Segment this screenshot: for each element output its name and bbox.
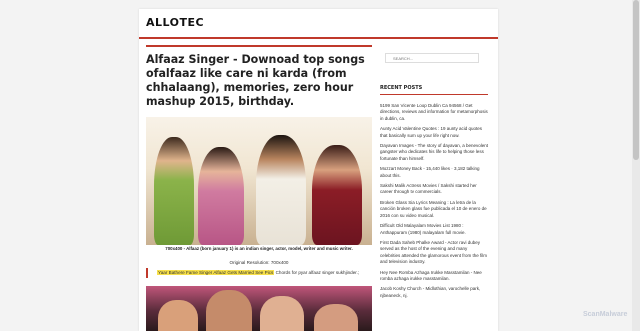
- recent-post-link[interactable]: Hey Nee Romba Azhaga Irukke Masstamilan …: [380, 270, 488, 283]
- recent-post-link[interactable]: Aunty Acid Valentine Quotes : 19 aunty a…: [380, 126, 488, 139]
- watermark-logo: ScanMalware: [583, 311, 628, 318]
- image-person: [206, 290, 252, 331]
- chords-link[interactable]: Yaar Bathere Fame Singer Alfaaz Gets Mar…: [157, 270, 275, 275]
- scrollbar-thumb[interactable]: [633, 0, 639, 160]
- image-person: [154, 137, 194, 245]
- recent-post-link[interactable]: Broken Glass Sia Lyrics Meaning : La let…: [380, 200, 488, 219]
- image-person: [312, 145, 362, 245]
- recent-posts-list: 5199 San Vicente Loop Dublin Ca 94568 / …: [380, 103, 488, 303]
- recent-post-link[interactable]: Dayavan Images - The story of dayavan, a…: [380, 143, 488, 162]
- recent-post-link[interactable]: Jacob Koshy Church - Midlothian, varoche…: [380, 286, 488, 299]
- recent-post-link[interactable]: First Dada Saheb Phalke Award - Actor ra…: [380, 240, 488, 266]
- post-featured-image[interactable]: [146, 117, 372, 245]
- page-scrollbar[interactable]: [632, 0, 640, 331]
- recent-post-link[interactable]: Sakshi Malik Actress Movies / Sakshi sta…: [380, 183, 488, 196]
- title-divider: [146, 45, 372, 47]
- image-resolution: Original Resolution: 700x400: [229, 260, 289, 265]
- recent-post-link[interactable]: 5199 San Vicente Loop Dublin Ca 94568 / …: [380, 103, 488, 122]
- chords-text: Chords for pyar alfaaz singer sukhjinder…: [274, 270, 360, 275]
- search-input[interactable]: [385, 53, 479, 63]
- recent-post-link[interactable]: Difficult Old Malayalam Movies List 1980…: [380, 223, 488, 236]
- image-person: [256, 135, 306, 245]
- chords-line: Yaar Bathere Fame Singer Alfaaz Gets Mar…: [146, 268, 372, 278]
- recent-posts-title: RECENT POSTS: [380, 85, 488, 95]
- page-container: ALLOTEC Alfaaz Singer - Downoad top song…: [139, 9, 498, 331]
- image-person: [260, 296, 304, 331]
- site-title[interactable]: ALLOTEC: [146, 16, 204, 29]
- site-header: ALLOTEC: [139, 9, 498, 39]
- image-person: [198, 147, 244, 245]
- image-caption: 700x400 - Alfaaz (born january 1) is an …: [165, 246, 353, 251]
- image-person: [158, 300, 198, 331]
- post-second-image[interactable]: [146, 286, 372, 331]
- recent-post-link[interactable]: Mozzart Money Back - 15,440 likes · 3,18…: [380, 166, 488, 179]
- image-person: [314, 304, 358, 331]
- post-title: Alfaaz Singer - Downoad top songs ofalfa…: [146, 53, 365, 108]
